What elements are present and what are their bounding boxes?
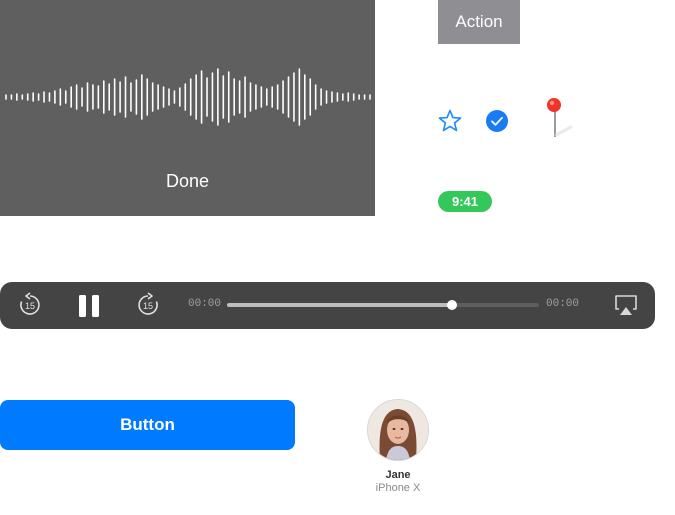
pause-icon[interactable] bbox=[78, 294, 100, 318]
primary-button[interactable]: Button bbox=[0, 400, 295, 450]
scrubber-thumb[interactable] bbox=[446, 300, 457, 310]
checkmark-circle-icon[interactable] bbox=[485, 109, 509, 133]
contact-device: iPhone X bbox=[375, 482, 421, 494]
map-pin-icon bbox=[547, 98, 573, 137]
media-player-bar: 15 15 00:00 00:00 bbox=[0, 282, 655, 329]
done-button[interactable]: Done bbox=[0, 171, 375, 192]
star-outline-icon[interactable] bbox=[437, 108, 463, 134]
playback-progress-fill bbox=[227, 303, 452, 307]
remaining-time: 00:00 bbox=[546, 298, 580, 310]
avatar bbox=[367, 399, 429, 461]
contact-name: Jane bbox=[385, 469, 411, 481]
skip-back-15-icon[interactable]: 15 bbox=[17, 292, 43, 318]
skip-forward-label: 15 bbox=[143, 301, 153, 311]
voice-recorder-panel: Done bbox=[0, 0, 375, 216]
playback-scrubber[interactable] bbox=[227, 300, 539, 310]
action-button[interactable]: Action bbox=[438, 0, 520, 44]
skip-forward-15-icon[interactable]: 15 bbox=[135, 292, 161, 318]
airplay-icon[interactable] bbox=[614, 294, 638, 316]
time-badge: 9:41 bbox=[438, 191, 492, 212]
skip-back-label: 15 bbox=[25, 301, 35, 311]
elapsed-time: 00:00 bbox=[188, 298, 222, 310]
contact-card[interactable]: Jane iPhone X bbox=[358, 399, 438, 494]
person-avatar-icon bbox=[368, 400, 428, 460]
